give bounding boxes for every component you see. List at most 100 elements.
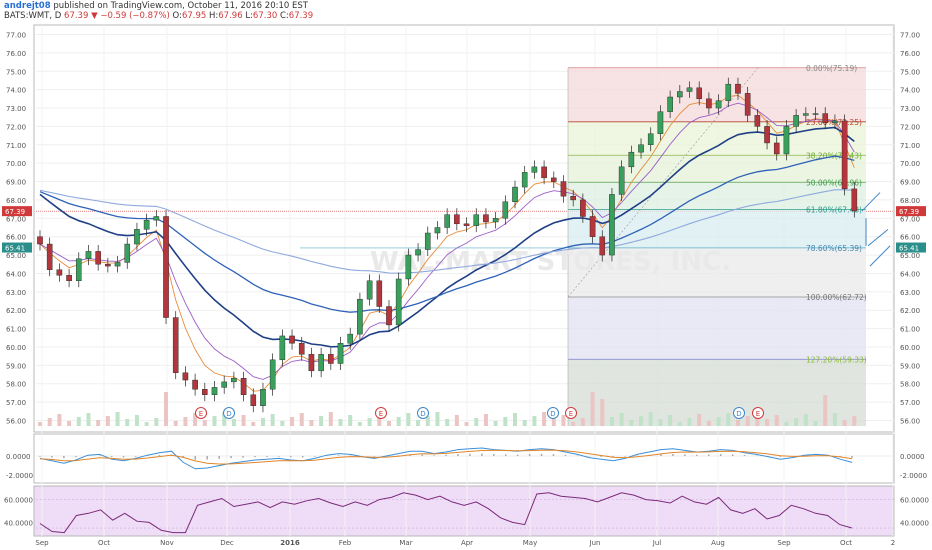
y-tick-label-left: 58.00 — [6, 381, 26, 389]
y-tick-label-left: 70.00 — [6, 160, 26, 168]
y-tick-label-right: 73.00 — [900, 105, 920, 113]
volume-bar — [813, 421, 818, 426]
volume-bar — [571, 422, 576, 426]
volume-bar — [852, 416, 857, 426]
volume-bar — [299, 413, 304, 426]
y-tick-label-left: 72.00 — [6, 123, 26, 131]
fib-level-label: 50.00%(68.96) — [806, 178, 862, 187]
candle-body — [386, 306, 392, 326]
volume-bar — [47, 418, 52, 426]
macd-tick-label: 0.0000 — [900, 453, 925, 461]
candle-body — [172, 317, 179, 373]
candle-body — [502, 201, 509, 219]
y-tick-label-right: 76.00 — [900, 50, 920, 58]
volume-bar — [290, 417, 295, 426]
candle-body — [657, 111, 664, 134]
price-chart[interactable]: 0.00%(75.19)23.60%(72.25)38.20%(70.43)50… — [0, 0, 932, 550]
candle-body — [105, 264, 111, 267]
candle-body — [647, 133, 654, 145]
y-tick-label-right: 62.00 — [900, 307, 920, 315]
volume-bar — [697, 414, 702, 426]
volume-bar — [241, 415, 246, 426]
event-marker-label: D — [420, 410, 425, 418]
volume-bar — [687, 418, 692, 426]
candle-body — [686, 87, 693, 92]
candle-body — [744, 93, 751, 116]
volume-bar — [474, 418, 479, 426]
rsi-tick-label: 40.0000 — [4, 519, 33, 527]
candle-body — [512, 186, 518, 202]
volume-bar — [803, 414, 808, 426]
x-tick-label: Sep — [35, 539, 49, 547]
candle-body — [764, 126, 770, 144]
candle-body — [250, 394, 257, 406]
price-tag-label: 65.41 — [899, 245, 919, 253]
volume-bar — [67, 421, 72, 426]
candle-body — [628, 151, 635, 168]
fib-zone — [568, 121, 866, 156]
candle-body — [347, 333, 354, 344]
volume-bar — [532, 416, 537, 426]
candle-body — [37, 236, 43, 245]
candle-body — [560, 181, 567, 197]
y-tick-label-right: 56.00 — [900, 417, 920, 425]
volume-bar — [38, 422, 42, 426]
candle-body — [75, 258, 82, 282]
candle-body — [395, 278, 402, 326]
candle-body — [240, 378, 247, 395]
volume-bar — [551, 419, 556, 426]
candle-body — [95, 251, 101, 265]
y-tick-label-right: 61.00 — [900, 326, 920, 334]
candle-body — [260, 389, 266, 406]
volume-bar — [794, 418, 799, 426]
fibonacci-retracement[interactable]: 0.00%(75.19)23.60%(72.25)38.20%(70.43)50… — [300, 64, 867, 426]
volume-bar — [338, 419, 343, 426]
x-tick-label: Jul — [652, 539, 662, 547]
candle-body — [415, 249, 421, 256]
candle-body — [812, 113, 819, 115]
macd-tick-label: 0.0000 — [6, 453, 31, 461]
x-tick-label: 2016 — [280, 539, 300, 547]
event-marker-label: E — [756, 410, 760, 418]
y-tick-label-right: 68.00 — [900, 197, 920, 205]
candle-body — [580, 199, 586, 217]
y-tick-label-left: 56.00 — [6, 417, 26, 425]
volume-bar — [513, 413, 518, 426]
y-tick-label-right: 69.00 — [900, 179, 920, 187]
candle-body — [308, 354, 315, 372]
time-axis[interactable]: Sep Oct Nov Dec 2016 Feb Mar Apr May Jun Jul Aug Sep… — [35, 539, 895, 547]
y-tick-label-left: 75.00 — [6, 68, 26, 76]
volume-bar — [454, 415, 459, 426]
candle-body — [298, 343, 305, 355]
candle-body — [841, 120, 848, 190]
volume-bar — [435, 412, 440, 426]
candle-body — [66, 275, 72, 282]
fib-level-label: 78.60%(65.39) — [806, 244, 862, 253]
candle-body — [211, 387, 218, 395]
candle-body — [793, 115, 799, 127]
candle-body — [725, 83, 732, 101]
volume-bar — [183, 417, 188, 426]
candle-body — [46, 243, 53, 270]
candle-body — [463, 223, 470, 226]
y-tick-label-right: 65.00 — [900, 252, 920, 260]
volume-bar — [716, 417, 721, 426]
event-marker-label: E — [199, 410, 203, 418]
candle-body — [832, 120, 838, 123]
volume-bar — [212, 416, 217, 426]
price-tag-label: 65.41 — [5, 245, 25, 253]
candle-body — [541, 166, 547, 179]
candle-body — [318, 354, 324, 372]
event-marker-label: E — [379, 410, 383, 418]
volume-bar — [115, 412, 120, 426]
volume-bar — [629, 420, 634, 426]
candle-body — [434, 227, 441, 234]
x-tick-label: Mar — [399, 539, 412, 547]
candle-body — [521, 172, 528, 188]
volume-bar — [745, 416, 750, 426]
volume-bar — [280, 421, 285, 426]
volume-bar — [134, 415, 139, 426]
candle-body — [667, 96, 673, 112]
candle-body — [192, 379, 198, 390]
candle-body — [570, 196, 576, 201]
